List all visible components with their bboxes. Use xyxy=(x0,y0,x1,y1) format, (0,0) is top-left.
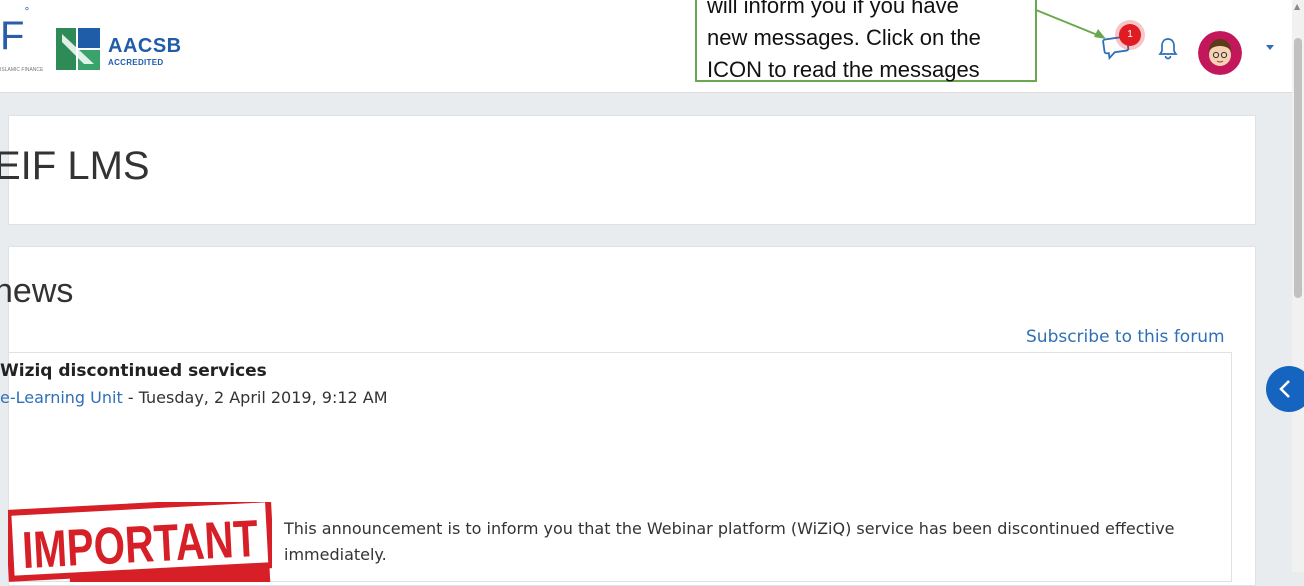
page-title: EIF LMS xyxy=(0,144,150,188)
page-scrollbar[interactable]: ▲ xyxy=(1292,0,1304,572)
subscribe-forum-link[interactable]: Subscribe to this forum xyxy=(1026,327,1225,347)
post-subject: Wiziq discontinued services xyxy=(0,361,267,381)
post-author-link[interactable]: e-Learning Unit xyxy=(0,388,123,407)
callout-line-1: will inform you if you have xyxy=(707,0,959,18)
aacsb-logo-mark xyxy=(56,28,100,70)
page-header-card xyxy=(8,115,1256,225)
post-meta: e-Learning Unit - Tuesday, 2 April 2019,… xyxy=(0,388,388,407)
logo-letter: F xyxy=(0,14,25,58)
notifications-bell-icon[interactable] xyxy=(1157,36,1179,60)
user-menu-caret-down-icon[interactable] xyxy=(1264,44,1276,52)
news-heading: news xyxy=(0,272,74,310)
user-avatar[interactable] xyxy=(1198,31,1242,75)
chevron-left-icon xyxy=(1279,380,1290,398)
aacsb-logo-text: AACSB ACCREDITED xyxy=(108,36,182,67)
scrollbar-thumb[interactable] xyxy=(1294,38,1302,298)
post-date: Tuesday, 2 April 2019, 9:12 AM xyxy=(138,388,388,407)
logo-degree: ° xyxy=(24,3,30,18)
aacsb-name: AACSB xyxy=(108,35,182,57)
logo-tagline: ISLAMIC FINANCE xyxy=(0,67,44,73)
message-count-badge[interactable]: 1 xyxy=(1119,24,1141,46)
important-notice-stamp: IMPORTANT xyxy=(8,502,272,582)
callout-arrow xyxy=(1035,9,1106,39)
callout-line-2: new messages. Click on the xyxy=(707,25,981,50)
post-body-text: This announcement is to inform you that … xyxy=(284,519,1175,564)
drawer-toggle-button[interactable] xyxy=(1266,366,1304,412)
post-date-separator: - xyxy=(122,388,139,407)
callout-line-3: ICON to read the messages xyxy=(707,57,980,82)
scroll-up-arrow-icon[interactable]: ▲ xyxy=(1294,2,1300,11)
aacsb-subtitle: ACCREDITED xyxy=(108,58,164,67)
site-logo[interactable]: F° xyxy=(0,5,29,58)
tutorial-callout: will inform you if you have new messages… xyxy=(695,0,1037,82)
